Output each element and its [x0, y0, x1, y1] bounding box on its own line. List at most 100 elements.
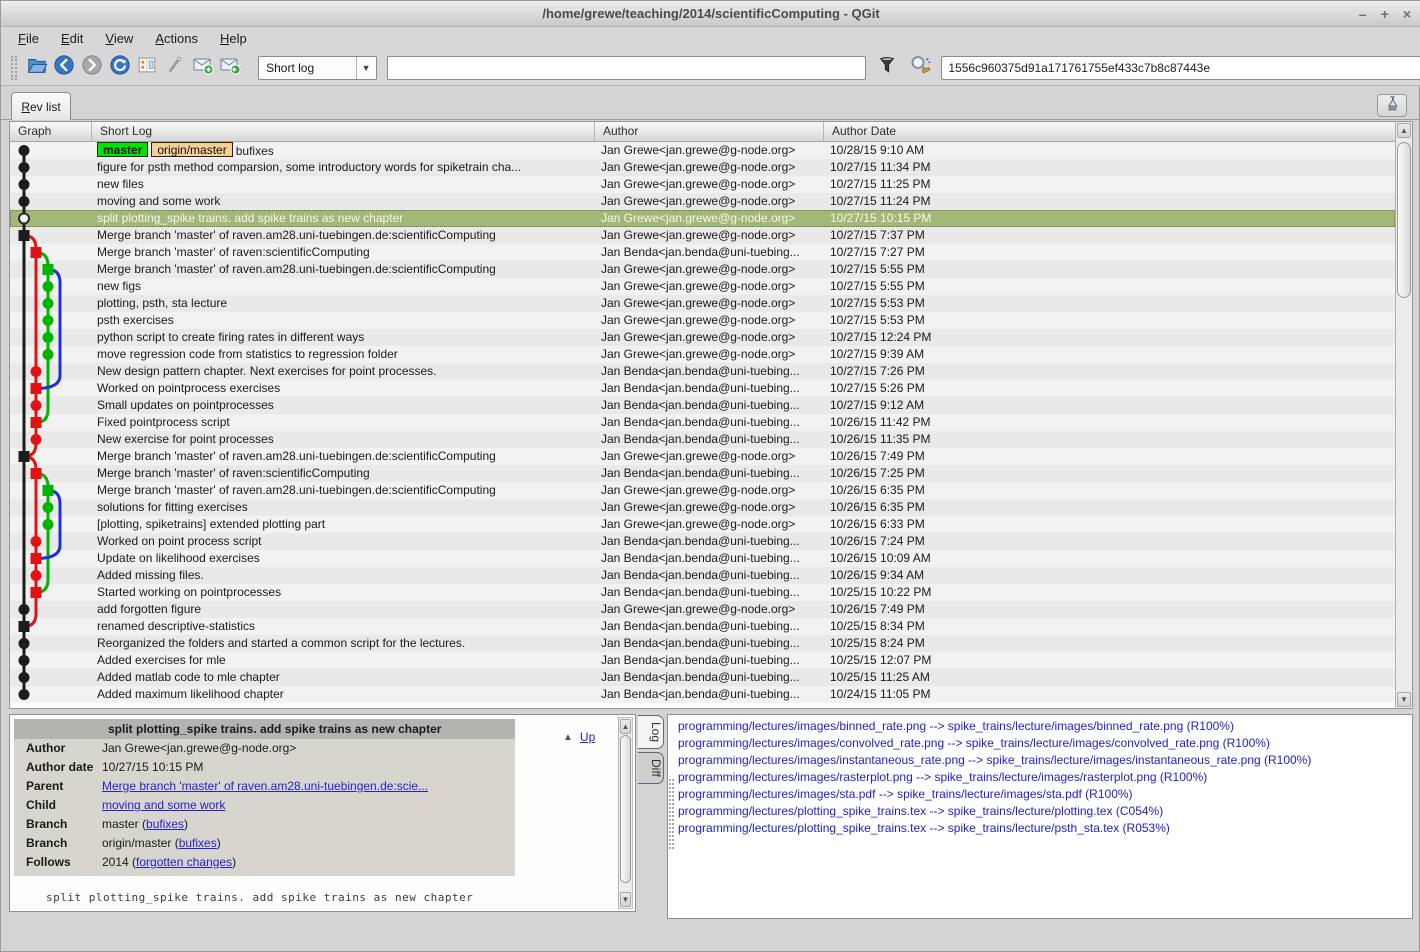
commit-row[interactable]: Merge branch 'master' of raven.am28.uni-…: [10, 261, 1395, 278]
diff-file-line[interactable]: programming/lectures/images/rasterplot.p…: [678, 769, 1412, 786]
scroll-down-icon[interactable]: ▼: [620, 892, 631, 907]
view-ranges-icon: [136, 54, 158, 81]
diff-file-line[interactable]: programming/lectures/images/instantaneou…: [678, 752, 1412, 769]
save-patch-button[interactable]: [190, 55, 216, 81]
maximize-button[interactable]: +: [1381, 1, 1389, 27]
filter-input[interactable]: [387, 56, 867, 80]
author-cell: Jan Grewe<jan.grewe@g-node.org>: [595, 227, 824, 244]
commit-row[interactable]: Merge branch 'master' of raven:scientifi…: [10, 465, 1395, 482]
commit-row[interactable]: Reorganized the folders and started a co…: [10, 635, 1395, 652]
commit-row[interactable]: masterorigin/masterbufixesJan Grewe<jan.…: [10, 142, 1395, 159]
view-mode-select[interactable]: Short log ▼: [258, 56, 376, 80]
author-date-cell: 10/27/15 7:37 PM: [824, 227, 1395, 244]
author-cell: Jan Grewe<jan.grewe@g-node.org>: [595, 278, 824, 295]
commit-row[interactable]: Added maximum likelihood chapterJan Bend…: [10, 686, 1395, 703]
commit-row[interactable]: Merge branch 'master' of raven.am28.uni-…: [10, 448, 1395, 465]
col-header-author-date[interactable]: Author Date: [824, 122, 1395, 141]
diff-file-line[interactable]: programming/lectures/images/binned_rate.…: [678, 718, 1412, 735]
col-header-author[interactable]: Author: [595, 122, 824, 141]
highlight-search-button[interactable]: [907, 55, 933, 81]
commit-row[interactable]: Added matlab code to mle chapterJan Bend…: [10, 669, 1395, 686]
short-log-cell: [plotting, spiketrains] extended plottin…: [92, 516, 595, 533]
back-button[interactable]: [52, 55, 78, 81]
filter-button[interactable]: [874, 55, 900, 81]
apply-patch-button[interactable]: [217, 55, 243, 81]
forward-button[interactable]: [79, 55, 105, 81]
detail-label: Author: [14, 739, 102, 758]
commit-row[interactable]: python script to create firing rates in …: [10, 329, 1395, 346]
detail-link[interactable]: Merge branch 'master' of raven.am28.uni-…: [102, 779, 428, 793]
wand-button[interactable]: [162, 55, 188, 81]
menu-view[interactable]: View: [96, 29, 142, 48]
menu-edit[interactable]: Edit: [52, 29, 92, 48]
refresh-button[interactable]: [107, 55, 133, 81]
detail-link[interactable]: forgotten changes: [136, 855, 232, 869]
diff-file-line[interactable]: programming/lectures/images/sta.pdf --> …: [678, 786, 1412, 803]
detail-label: Follows: [14, 853, 102, 872]
scroll-up-icon[interactable]: ▲: [620, 719, 631, 734]
toolbar-drag-handle[interactable]: [11, 56, 17, 80]
commit-row[interactable]: split plotting_spike trains. add spike t…: [10, 210, 1395, 227]
commit-row[interactable]: move regression code from statistics to …: [10, 346, 1395, 363]
short-log-cell: Worked on pointprocess exercises: [92, 380, 595, 397]
commit-row[interactable]: Merge branch 'master' of raven:scientifi…: [10, 244, 1395, 261]
commit-row[interactable]: new figsJan Grewe<jan.grewe@g-node.org>1…: [10, 278, 1395, 295]
commit-row[interactable]: Worked on point process scriptJan Benda<…: [10, 533, 1395, 550]
commit-row[interactable]: solutions for fitting exercisesJan Grewe…: [10, 499, 1395, 516]
commit-row[interactable]: Fixed pointprocess scriptJan Benda<jan.b…: [10, 414, 1395, 431]
commit-row[interactable]: New exercise for point processesJan Bend…: [10, 431, 1395, 448]
commit-sha-input[interactable]: [941, 56, 1420, 80]
commit-row[interactable]: psth exercisesJan Grewe<jan.grewe@g-node…: [10, 312, 1395, 329]
rev-list-scroll-thumb[interactable]: [1397, 142, 1411, 298]
menu-help[interactable]: Help: [211, 29, 256, 48]
close-button[interactable]: ×: [1403, 1, 1411, 27]
scroll-up-icon[interactable]: ▲: [1397, 123, 1411, 138]
commit-row[interactable]: figure for psth method comparsion, some …: [10, 159, 1395, 176]
commit-row[interactable]: Added missing files.Jan Benda<jan.benda@…: [10, 567, 1395, 584]
commit-row[interactable]: renamed descriptive-statisticsJan Benda<…: [10, 618, 1395, 635]
author-cell: Jan Benda<jan.benda@uni-tuebing...: [595, 635, 824, 652]
commit-row[interactable]: Merge branch 'master' of raven.am28.uni-…: [10, 227, 1395, 244]
tab-log[interactable]: Log: [638, 715, 664, 749]
tabbar-corner-button[interactable]: [1377, 94, 1407, 117]
detail-value: 10/27/15 10:15 PM: [102, 758, 515, 777]
commit-row[interactable]: New design pattern chapter. Next exercis…: [10, 363, 1395, 380]
scroll-down-icon[interactable]: ▼: [1397, 692, 1411, 707]
tab-diff[interactable]: Diff: [638, 752, 664, 784]
tab-rev-list[interactable]: Rev list: [11, 92, 71, 120]
up-link[interactable]: Up: [580, 730, 595, 744]
commit-row[interactable]: new filesJan Grewe<jan.grewe@g-node.org>…: [10, 176, 1395, 193]
col-header-graph[interactable]: Graph: [10, 122, 92, 141]
commit-row[interactable]: Small updates on pointprocessesJan Benda…: [10, 397, 1395, 414]
commit-row[interactable]: Started working on pointprocessesJan Ben…: [10, 584, 1395, 601]
commit-row[interactable]: Worked on pointprocess exercisesJan Bend…: [10, 380, 1395, 397]
commit-row[interactable]: plotting, psth, sta lectureJan Grewe<jan…: [10, 295, 1395, 312]
detail-scroll-thumb[interactable]: [620, 735, 631, 883]
menu-actions[interactable]: Actions: [146, 29, 207, 48]
diff-file-line[interactable]: programming/lectures/plotting_spike_trai…: [678, 820, 1412, 837]
magnifier-pencil-icon: [908, 53, 932, 82]
view-mode-value: Short log: [266, 61, 314, 75]
detail-link[interactable]: moving and some work: [102, 798, 225, 812]
commit-row[interactable]: Merge branch 'master' of raven.am28.uni-…: [10, 482, 1395, 499]
open-folder-button[interactable]: [24, 55, 50, 81]
menu-file[interactable]: File: [9, 29, 48, 48]
detail-scrollbar[interactable]: ▲ ▼: [618, 717, 633, 909]
minimize-button[interactable]: –: [1359, 1, 1367, 27]
commit-row[interactable]: [plotting, spiketrains] extended plottin…: [10, 516, 1395, 533]
commit-row[interactable]: moving and some workJan Grewe<jan.grewe@…: [10, 193, 1395, 210]
view-button[interactable]: [135, 55, 161, 81]
commit-row[interactable]: Update on likelihood exercisesJan Benda<…: [10, 550, 1395, 567]
author-cell: Jan Benda<jan.benda@uni-tuebing...: [595, 244, 824, 261]
detail-link[interactable]: bufixes: [179, 836, 217, 850]
diff-file-line[interactable]: programming/lectures/plotting_spike_trai…: [678, 803, 1412, 820]
commit-row[interactable]: Added exercises for mleJan Benda<jan.ben…: [10, 652, 1395, 669]
rev-list-scrollbar[interactable]: ▲ ▼: [1395, 122, 1412, 708]
col-header-short-log[interactable]: Short Log: [92, 122, 595, 141]
commit-row[interactable]: add forgotten figureJan Grewe<jan.grewe@…: [10, 601, 1395, 618]
rev-list-header: GraphShort LogAuthorAuthor Date: [10, 122, 1395, 142]
splitter-handle[interactable]: [669, 779, 674, 849]
up-navigation[interactable]: ▲ Up: [556, 728, 604, 746]
detail-link[interactable]: bufixes: [146, 817, 184, 831]
diff-file-line[interactable]: programming/lectures/images/convolved_ra…: [678, 735, 1412, 752]
